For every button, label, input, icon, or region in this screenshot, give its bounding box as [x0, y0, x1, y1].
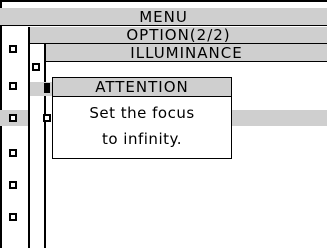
menu-item-checkbox[interactable] — [9, 45, 17, 53]
menu-item-checkbox[interactable] — [9, 149, 17, 157]
option-item-checkbox[interactable] — [32, 63, 40, 71]
illuminance-row-highlight — [231, 110, 327, 126]
option-item-marker — [44, 83, 50, 93]
illuminance-title: ILLUMINANCE — [46, 44, 327, 62]
attention-dialog: ATTENTION Set the focus to infinity. — [52, 77, 232, 159]
option-title: OPTION(2/2) — [30, 27, 327, 44]
menu-item-checkbox[interactable] — [9, 114, 17, 122]
menu-item-checkbox[interactable] — [9, 82, 17, 90]
menu-item-checkbox[interactable] — [9, 213, 17, 221]
option-divider — [44, 44, 46, 248]
attention-message-line2: to infinity. — [101, 130, 182, 148]
menu-item-checkbox[interactable] — [9, 181, 17, 189]
option-item-checkbox[interactable] — [43, 114, 51, 122]
attention-message: Set the focus to infinity. — [53, 100, 231, 152]
attention-message-line1: Set the focus — [89, 104, 195, 122]
attention-title: ATTENTION — [53, 78, 231, 97]
menu-title: MENU — [0, 8, 327, 26]
menu-divider — [28, 27, 30, 248]
